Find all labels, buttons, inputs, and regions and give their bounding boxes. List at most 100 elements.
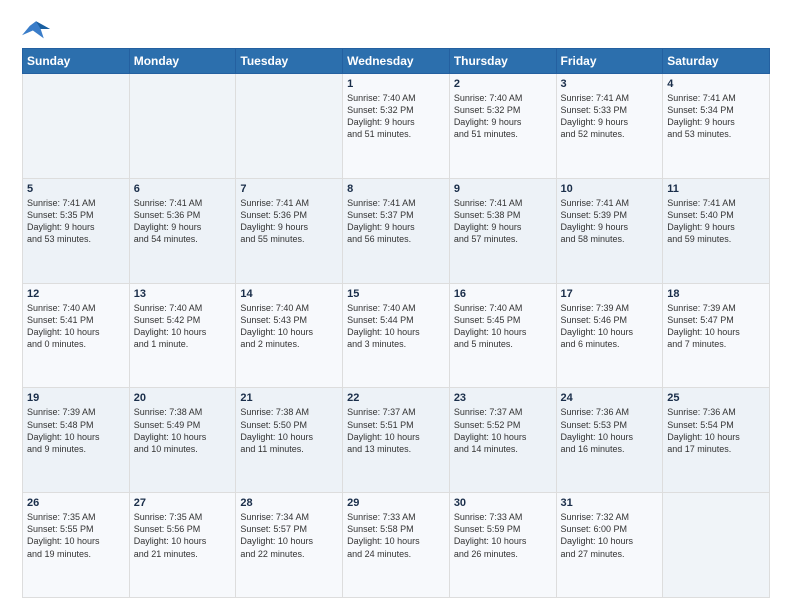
- day-info: Sunrise: 7:41 AM Sunset: 5:34 PM Dayligh…: [667, 92, 765, 141]
- day-number: 27: [134, 497, 232, 509]
- day-info: Sunrise: 7:40 AM Sunset: 5:45 PM Dayligh…: [454, 302, 552, 351]
- day-number: 1: [347, 78, 445, 90]
- day-cell: 14 Sunrise: 7:40 AM Sunset: 5:43 PM Dayli…: [236, 283, 343, 388]
- day-number: 18: [667, 288, 765, 300]
- day-number: 14: [240, 288, 338, 300]
- day-number: 12: [27, 288, 125, 300]
- day-number: 26: [27, 497, 125, 509]
- day-cell: 6Sunrise: 7:41 AM Sunset: 5:36 PM Daylig…: [129, 178, 236, 283]
- day-cell: [23, 74, 130, 179]
- day-info: Sunrise: 7:41 AM Sunset: 5:33 PM Dayligh…: [561, 92, 659, 141]
- day-info: Sunrise: 7:32 AM Sunset: 6:00 PM Dayligh…: [561, 511, 659, 560]
- day-number: 11: [667, 183, 765, 195]
- day-cell: 20Sunrise: 7:38 AM Sunset: 5:49 PM Dayli…: [129, 388, 236, 493]
- day-cell: [129, 74, 236, 179]
- day-info: Sunrise: 7:40 AM Sunset: 5:32 PM Dayligh…: [454, 92, 552, 141]
- day-info: Sunrise: 7:40 AM Sunset: 5:43 PM Dayligh…: [240, 302, 338, 351]
- day-number: 13: [134, 288, 232, 300]
- day-cell: 22 Sunrise: 7:37 AM Sunset: 5:51 PM Dayli…: [343, 388, 450, 493]
- day-number: 28: [240, 497, 338, 509]
- week-row-5: 26 Sunrise: 7:35 AM Sunset: 5:55 PM Dayli…: [23, 493, 770, 598]
- day-cell: 5 Sunrise: 7:41 AM Sunset: 5:35 PM Daylig…: [23, 178, 130, 283]
- day-number: 19: [27, 392, 125, 404]
- logo-icon: [22, 18, 50, 40]
- day-info: Sunrise: 7:38 AM Sunset: 5:50 PM Dayligh…: [240, 406, 338, 455]
- day-info: Sunrise: 7:36 AM Sunset: 5:53 PM Dayligh…: [561, 406, 659, 455]
- week-row-3: 12Sunrise: 7:40 AM Sunset: 5:41 PM Dayli…: [23, 283, 770, 388]
- day-header-friday: Friday: [556, 49, 663, 74]
- day-cell: 8 Sunrise: 7:41 AM Sunset: 5:37 PM Daylig…: [343, 178, 450, 283]
- header: [22, 18, 770, 40]
- day-info: Sunrise: 7:39 AM Sunset: 5:47 PM Dayligh…: [667, 302, 765, 351]
- day-number: 22: [347, 392, 445, 404]
- day-info: Sunrise: 7:41 AM Sunset: 5:35 PM Dayligh…: [27, 197, 125, 246]
- day-cell: 2 Sunrise: 7:40 AM Sunset: 5:32 PM Daylig…: [449, 74, 556, 179]
- day-number: 21: [240, 392, 338, 404]
- day-info: Sunrise: 7:33 AM Sunset: 5:58 PM Dayligh…: [347, 511, 445, 560]
- day-info: Sunrise: 7:41 AM Sunset: 5:36 PM Dayligh…: [134, 197, 232, 246]
- day-number: 24: [561, 392, 659, 404]
- day-cell: 23 Sunrise: 7:37 AM Sunset: 5:52 PM Dayli…: [449, 388, 556, 493]
- day-number: 16: [454, 288, 552, 300]
- day-cell: 24 Sunrise: 7:36 AM Sunset: 5:53 PM Dayli…: [556, 388, 663, 493]
- day-info: Sunrise: 7:34 AM Sunset: 5:57 PM Dayligh…: [240, 511, 338, 560]
- day-number: 3: [561, 78, 659, 90]
- day-info: Sunrise: 7:36 AM Sunset: 5:54 PM Dayligh…: [667, 406, 765, 455]
- day-cell: 4Sunrise: 7:41 AM Sunset: 5:34 PM Daylig…: [663, 74, 770, 179]
- day-info: Sunrise: 7:35 AM Sunset: 5:55 PM Dayligh…: [27, 511, 125, 560]
- day-info: Sunrise: 7:41 AM Sunset: 5:36 PM Dayligh…: [240, 197, 338, 246]
- day-cell: 17 Sunrise: 7:39 AM Sunset: 5:46 PM Dayli…: [556, 283, 663, 388]
- day-number: 31: [561, 497, 659, 509]
- day-cell: 1 Sunrise: 7:40 AM Sunset: 5:32 PM Daylig…: [343, 74, 450, 179]
- day-info: Sunrise: 7:37 AM Sunset: 5:51 PM Dayligh…: [347, 406, 445, 455]
- day-header-saturday: Saturday: [663, 49, 770, 74]
- day-header-wednesday: Wednesday: [343, 49, 450, 74]
- day-number: 25: [667, 392, 765, 404]
- day-cell: 12Sunrise: 7:40 AM Sunset: 5:41 PM Dayli…: [23, 283, 130, 388]
- day-cell: [236, 74, 343, 179]
- day-cell: 29 Sunrise: 7:33 AM Sunset: 5:58 PM Dayli…: [343, 493, 450, 598]
- day-info: Sunrise: 7:40 AM Sunset: 5:32 PM Dayligh…: [347, 92, 445, 141]
- day-cell: 21 Sunrise: 7:38 AM Sunset: 5:50 PM Dayli…: [236, 388, 343, 493]
- day-info: Sunrise: 7:39 AM Sunset: 5:46 PM Dayligh…: [561, 302, 659, 351]
- day-number: 2: [454, 78, 552, 90]
- day-info: Sunrise: 7:41 AM Sunset: 5:37 PM Dayligh…: [347, 197, 445, 246]
- calendar-table: SundayMondayTuesdayWednesdayThursdayFrid…: [22, 48, 770, 598]
- day-cell: 3 Sunrise: 7:41 AM Sunset: 5:33 PM Daylig…: [556, 74, 663, 179]
- day-cell: 15 Sunrise: 7:40 AM Sunset: 5:44 PM Dayli…: [343, 283, 450, 388]
- day-number: 17: [561, 288, 659, 300]
- day-info: Sunrise: 7:33 AM Sunset: 5:59 PM Dayligh…: [454, 511, 552, 560]
- day-number: 8: [347, 183, 445, 195]
- day-number: 15: [347, 288, 445, 300]
- week-row-1: 1 Sunrise: 7:40 AM Sunset: 5:32 PM Daylig…: [23, 74, 770, 179]
- day-cell: 16 Sunrise: 7:40 AM Sunset: 5:45 PM Dayli…: [449, 283, 556, 388]
- week-row-4: 19Sunrise: 7:39 AM Sunset: 5:48 PM Dayli…: [23, 388, 770, 493]
- day-cell: 7Sunrise: 7:41 AM Sunset: 5:36 PM Daylig…: [236, 178, 343, 283]
- day-number: 23: [454, 392, 552, 404]
- day-info: Sunrise: 7:38 AM Sunset: 5:49 PM Dayligh…: [134, 406, 232, 455]
- page: SundayMondayTuesdayWednesdayThursdayFrid…: [0, 0, 792, 612]
- day-cell: 11 Sunrise: 7:41 AM Sunset: 5:40 PM Dayli…: [663, 178, 770, 283]
- day-info: Sunrise: 7:41 AM Sunset: 5:39 PM Dayligh…: [561, 197, 659, 246]
- day-info: Sunrise: 7:40 AM Sunset: 5:44 PM Dayligh…: [347, 302, 445, 351]
- day-cell: 19Sunrise: 7:39 AM Sunset: 5:48 PM Dayli…: [23, 388, 130, 493]
- week-row-2: 5 Sunrise: 7:41 AM Sunset: 5:35 PM Daylig…: [23, 178, 770, 283]
- day-number: 5: [27, 183, 125, 195]
- day-info: Sunrise: 7:41 AM Sunset: 5:40 PM Dayligh…: [667, 197, 765, 246]
- day-cell: 26 Sunrise: 7:35 AM Sunset: 5:55 PM Dayli…: [23, 493, 130, 598]
- day-cell: 10Sunrise: 7:41 AM Sunset: 5:39 PM Dayli…: [556, 178, 663, 283]
- day-cell: 25 Sunrise: 7:36 AM Sunset: 5:54 PM Dayli…: [663, 388, 770, 493]
- day-header-sunday: Sunday: [23, 49, 130, 74]
- day-cell: 31 Sunrise: 7:32 AM Sunset: 6:00 PM Dayli…: [556, 493, 663, 598]
- header-row: SundayMondayTuesdayWednesdayThursdayFrid…: [23, 49, 770, 74]
- day-cell: 18 Sunrise: 7:39 AM Sunset: 5:47 PM Dayli…: [663, 283, 770, 388]
- day-info: Sunrise: 7:37 AM Sunset: 5:52 PM Dayligh…: [454, 406, 552, 455]
- day-header-monday: Monday: [129, 49, 236, 74]
- day-number: 9: [454, 183, 552, 195]
- day-info: Sunrise: 7:35 AM Sunset: 5:56 PM Dayligh…: [134, 511, 232, 560]
- day-cell: 13Sunrise: 7:40 AM Sunset: 5:42 PM Dayli…: [129, 283, 236, 388]
- day-cell: 27 Sunrise: 7:35 AM Sunset: 5:56 PM Dayli…: [129, 493, 236, 598]
- day-number: 29: [347, 497, 445, 509]
- day-info: Sunrise: 7:41 AM Sunset: 5:38 PM Dayligh…: [454, 197, 552, 246]
- day-cell: 30Sunrise: 7:33 AM Sunset: 5:59 PM Dayli…: [449, 493, 556, 598]
